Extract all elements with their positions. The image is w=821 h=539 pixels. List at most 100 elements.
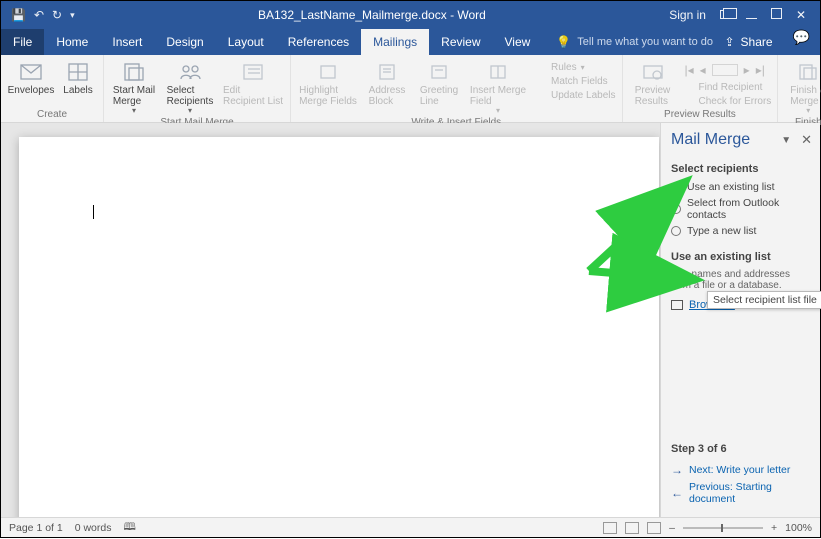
rules-button[interactable]: Rules ▾ bbox=[533, 61, 616, 73]
start-mail-merge-label: Start Mail Merge bbox=[113, 85, 155, 107]
address-block-button[interactable]: Address Block bbox=[363, 59, 411, 107]
wizard-next-link[interactable]: → Next: Write your letter bbox=[671, 461, 810, 479]
greeting-line-icon bbox=[428, 61, 450, 83]
tab-file[interactable]: File bbox=[1, 29, 44, 55]
prev-record-icon[interactable]: ◂ bbox=[700, 63, 706, 77]
comments-icon[interactable]: 💬 bbox=[783, 29, 820, 55]
group-start-mail-merge: Start Mail Merge ▾ Select Recipients ▾ E… bbox=[104, 55, 291, 122]
zoom-level[interactable]: 100% bbox=[785, 522, 812, 534]
status-page[interactable]: Page 1 of 1 bbox=[9, 522, 63, 534]
select-recipients-label: Select Recipients bbox=[167, 85, 214, 107]
group-preview-label: Preview Results bbox=[629, 108, 772, 122]
chevron-down-icon: ▾ bbox=[496, 107, 500, 116]
radio-type-new-list[interactable]: Type a new list bbox=[671, 223, 810, 239]
finish-merge-icon bbox=[797, 61, 819, 83]
greeting-line-label: Greeting Line bbox=[420, 85, 458, 107]
wizard-next-label: Next: Write your letter bbox=[689, 464, 790, 476]
group-preview-results: Preview Results |◂ ◂ ▸ ▸| Find Recipient… bbox=[623, 55, 779, 122]
zoom-out-button[interactable]: – bbox=[669, 522, 675, 534]
greeting-line-button[interactable]: Greeting Line bbox=[415, 59, 463, 107]
tab-home[interactable]: Home bbox=[44, 29, 100, 55]
preview-results-button[interactable]: Preview Results bbox=[629, 59, 677, 107]
start-mail-merge-button[interactable]: Start Mail Merge ▾ bbox=[110, 59, 158, 116]
tab-references[interactable]: References bbox=[276, 29, 361, 55]
radio-outlook-contacts[interactable]: Select from Outlook contacts bbox=[671, 195, 810, 223]
tab-insert[interactable]: Insert bbox=[100, 29, 154, 55]
status-proofing-icon[interactable]: 🕮 bbox=[123, 519, 135, 537]
redo-icon[interactable]: ↻ bbox=[52, 8, 62, 22]
tab-view[interactable]: View bbox=[493, 29, 543, 55]
insert-merge-field-button[interactable]: Insert Merge Field ▾ bbox=[467, 59, 529, 116]
zoom-slider[interactable] bbox=[683, 527, 763, 529]
start-mail-merge-icon bbox=[123, 61, 145, 83]
folder-icon bbox=[671, 300, 683, 310]
preview-results-icon bbox=[642, 61, 664, 83]
tab-layout[interactable]: Layout bbox=[216, 29, 276, 55]
insert-merge-field-icon bbox=[487, 61, 509, 83]
radio-use-existing-list[interactable]: Use an existing list bbox=[671, 179, 810, 195]
tell-me-search[interactable]: 💡 Tell me what you want to do bbox=[542, 29, 713, 55]
radio-type-new-label: Type a new list bbox=[687, 225, 756, 237]
next-record-icon[interactable]: ▸ bbox=[744, 63, 750, 77]
address-block-label: Address Block bbox=[369, 85, 406, 107]
document-page[interactable] bbox=[19, 137, 659, 517]
highlight-merge-fields-button[interactable]: Highlight Merge Fields bbox=[297, 59, 359, 107]
radio-outlook-label: Select from Outlook contacts bbox=[687, 197, 810, 221]
task-pane-close-icon[interactable]: ✕ bbox=[801, 132, 812, 148]
edit-recipient-list-button[interactable]: Edit Recipient List bbox=[222, 59, 284, 107]
status-word-count[interactable]: 0 words bbox=[75, 522, 112, 534]
find-recipient-button[interactable]: Find Recipient bbox=[681, 81, 772, 93]
update-labels-button[interactable]: Update Labels bbox=[533, 89, 616, 101]
web-layout-icon[interactable] bbox=[647, 522, 661, 534]
use-existing-list-heading: Use an existing list bbox=[671, 251, 810, 263]
signin-link[interactable]: Sign in bbox=[669, 8, 706, 22]
group-create-label: Create bbox=[7, 108, 97, 122]
first-record-icon[interactable]: |◂ bbox=[685, 63, 694, 77]
tab-review[interactable]: Review bbox=[429, 29, 492, 55]
select-recipients-heading: Select recipients bbox=[671, 163, 810, 175]
ribbon: Envelopes Labels Create Start Mail Merge… bbox=[1, 55, 820, 123]
address-block-icon bbox=[376, 61, 398, 83]
save-icon[interactable]: 💾 bbox=[11, 8, 26, 22]
find-recipient-label: Find Recipient bbox=[699, 82, 763, 93]
read-mode-icon[interactable] bbox=[603, 522, 617, 534]
document-viewport[interactable] bbox=[1, 123, 660, 517]
maximize-icon[interactable] bbox=[771, 8, 782, 22]
preview-results-label: Preview Results bbox=[635, 85, 671, 107]
check-errors-icon bbox=[681, 95, 695, 107]
browse-tooltip: Select recipient list file bbox=[707, 291, 821, 309]
envelope-icon bbox=[20, 61, 42, 83]
wizard-previous-label: Previous: Starting document bbox=[689, 481, 810, 505]
task-pane-menu-icon[interactable]: ▼ bbox=[781, 135, 791, 146]
finish-merge-button[interactable]: Finish & Merge ▾ bbox=[784, 59, 821, 116]
rules-icon bbox=[533, 61, 547, 73]
envelopes-button[interactable]: Envelopes bbox=[7, 59, 55, 96]
share-label: Share bbox=[741, 35, 773, 49]
match-fields-button[interactable]: Match Fields bbox=[533, 75, 616, 87]
tab-design[interactable]: Design bbox=[154, 29, 215, 55]
zoom-in-button[interactable]: + bbox=[771, 522, 777, 534]
record-navigation[interactable]: |◂ ◂ ▸ ▸| bbox=[681, 61, 772, 79]
match-fields-label: Match Fields bbox=[551, 76, 608, 87]
record-number-field[interactable] bbox=[712, 64, 738, 76]
radio-icon bbox=[671, 204, 681, 214]
tab-mailings[interactable]: Mailings bbox=[361, 29, 429, 55]
print-layout-icon[interactable] bbox=[625, 522, 639, 534]
share-button[interactable]: ⇪ Share bbox=[714, 29, 782, 55]
last-record-icon[interactable]: ▸| bbox=[756, 63, 765, 77]
select-recipients-button[interactable]: Select Recipients ▾ bbox=[162, 59, 218, 116]
status-bar: Page 1 of 1 0 words 🕮 – + 100% bbox=[1, 517, 820, 537]
minimize-icon[interactable] bbox=[746, 8, 757, 22]
undo-icon[interactable]: ↶ bbox=[34, 8, 44, 22]
chevron-down-icon: ▾ bbox=[806, 107, 810, 116]
check-errors-button[interactable]: Check for Errors bbox=[681, 95, 772, 107]
radio-use-existing-label: Use an existing list bbox=[687, 181, 775, 193]
highlight-icon bbox=[317, 61, 339, 83]
wizard-previous-link[interactable]: ← Previous: Starting document bbox=[671, 479, 810, 507]
share-icon: ⇪ bbox=[724, 35, 734, 49]
labels-button[interactable]: Labels bbox=[59, 59, 97, 96]
close-icon[interactable]: ✕ bbox=[796, 8, 806, 22]
lightbulb-icon: 💡 bbox=[556, 35, 571, 49]
qat-customize-icon[interactable]: ▾ bbox=[70, 10, 75, 21]
ribbon-display-options-icon[interactable] bbox=[720, 8, 732, 22]
